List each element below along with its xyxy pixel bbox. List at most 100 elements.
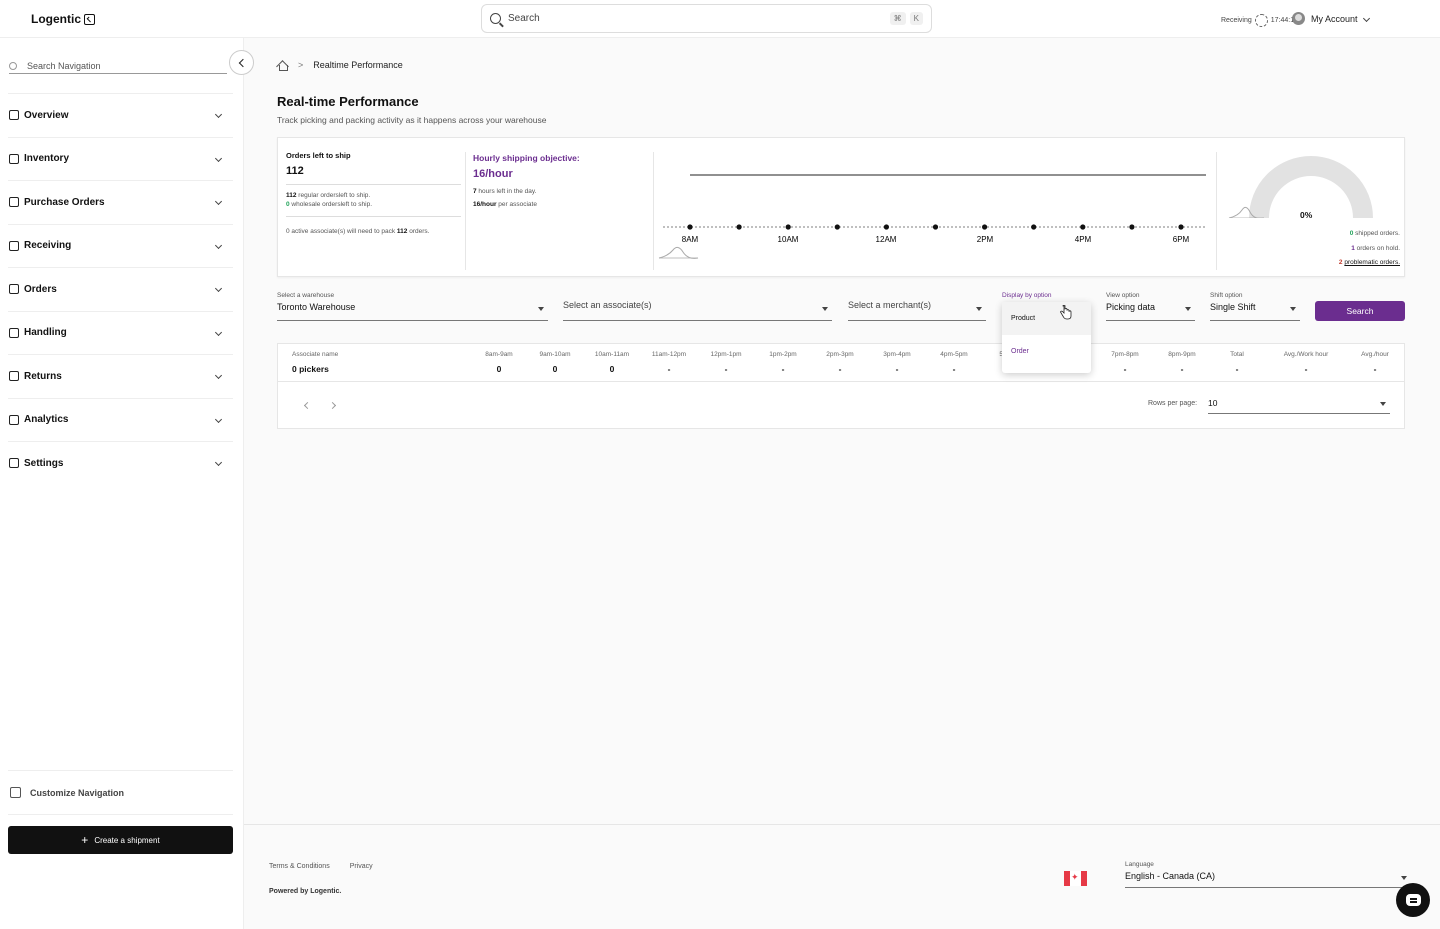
column-header: 12pm-1pm — [710, 351, 742, 358]
sidebar-item-label: Settings — [24, 457, 64, 469]
language-label: Language — [1125, 861, 1154, 868]
sidebar-item-returns[interactable]: Returns — [8, 354, 233, 398]
warehouse-select[interactable]: Select a warehouse Toronto Warehouse — [277, 292, 548, 321]
sidebar-item-settings[interactable]: Settings — [8, 441, 233, 485]
customize-navigation[interactable]: Customize Navigation — [8, 770, 233, 815]
next-page-icon[interactable] — [328, 401, 337, 410]
associates-post: orders. — [407, 228, 430, 235]
nav-search-input[interactable]: Search Navigation — [9, 58, 227, 74]
clock-icon — [1254, 14, 1268, 27]
view-option-select[interactable]: View option Picking data — [1106, 292, 1195, 321]
column-header: 7pm-8pm — [1111, 351, 1139, 358]
sidebar-item-orders[interactable]: Orders — [8, 267, 233, 311]
collapse-sidebar-button[interactable] — [229, 50, 254, 75]
column-header: 8am-9am — [485, 351, 513, 358]
nav-list: Overview Inventory Purchase Orders Recei… — [8, 93, 233, 485]
warehouse-value: Toronto Warehouse — [277, 302, 356, 312]
rows-per-page-select[interactable]: 10 — [1208, 394, 1390, 414]
logo-icon — [84, 13, 95, 25]
hour-marker — [932, 224, 939, 230]
table-cell: - — [1123, 364, 1127, 374]
sidebar-item-purchase-orders[interactable]: Purchase Orders — [8, 180, 233, 224]
problematic-line[interactable]: 2 problematic orders. — [1339, 259, 1400, 266]
caret-down-icon — [822, 307, 828, 311]
gauge-chart — [1228, 156, 1373, 218]
column-header: 9am-10am — [539, 351, 571, 358]
sidebar-item-receiving[interactable]: Receiving — [8, 223, 233, 268]
table-header: Associate name 8am-9am 9am-10am 10am-11a… — [278, 344, 1404, 382]
home-icon — [9, 110, 19, 121]
regular-count: 112 — [286, 192, 297, 199]
chevron-down-icon — [214, 197, 223, 206]
account-label: My Account — [1311, 13, 1358, 24]
column-header: 11am-12pm — [651, 351, 687, 358]
hours-left-line: 7 hours left in the day. — [473, 188, 580, 195]
previous-page-icon[interactable] — [303, 401, 312, 410]
caret-down-icon — [1185, 307, 1191, 311]
cmd-key-badge: ⌘ — [889, 12, 906, 25]
column-header: 1pm-2pm — [769, 351, 797, 358]
logo-text: Logentic — [31, 12, 81, 26]
associates-count: 112 — [396, 228, 408, 235]
account-menu[interactable]: My Account — [1292, 12, 1370, 25]
caret-down-icon — [1290, 307, 1296, 311]
merchant-select[interactable]: Select a merchant(s) — [848, 292, 986, 321]
merchant-placeholder: Select a merchant(s) — [848, 300, 932, 310]
sidebar-item-label: Returns — [24, 370, 62, 382]
terms-link[interactable]: Terms & Conditions — [269, 863, 330, 870]
chevron-down-icon — [214, 241, 223, 249]
breadcrumb-separator: > — [298, 60, 304, 70]
privacy-link[interactable]: Privacy — [350, 863, 373, 870]
receiving-clock[interactable]: Receiving 17:44:15 — [1221, 14, 1298, 27]
tick-label: 2PM — [977, 235, 994, 244]
sidebar-item-inventory[interactable]: Inventory — [8, 136, 233, 181]
language-select[interactable]: Language English - Canada (CA) — [1125, 861, 1411, 888]
caret-down-icon — [538, 307, 544, 311]
home-icon[interactable] — [277, 60, 288, 71]
associates-line: 0 active associate(s) will need to pack … — [286, 216, 461, 235]
global-search[interactable]: Search ⌘ K — [481, 4, 932, 33]
create-shipment-button[interactable]: + Create a shipment — [8, 826, 233, 854]
sidebar-item-analytics[interactable]: Analytics — [8, 397, 233, 442]
divider — [653, 152, 654, 270]
warehouse-label: Select a warehouse — [277, 292, 335, 299]
search-button[interactable]: Search — [1315, 301, 1405, 321]
chevron-left-icon — [238, 58, 248, 67]
on-hold-line: 1 orders on hold. — [1351, 245, 1400, 252]
chevron-down-icon — [1362, 14, 1370, 23]
shipped-gauge-panel: 0% 0 shipped orders. 1 orders on hold. 2… — [1228, 148, 1400, 273]
return-icon — [9, 371, 19, 382]
avatar-icon — [1292, 12, 1305, 25]
box-icon — [9, 153, 19, 164]
customize-checkbox[interactable] — [10, 787, 21, 798]
top-bar: Logentic Search ⌘ K Receiving 17:44:15 M… — [0, 0, 1440, 38]
associate-select[interactable]: Select an associate(s) — [563, 292, 832, 321]
display-by-label: Display by option — [1002, 292, 1052, 299]
column-header: Avg./hour — [1361, 351, 1389, 358]
powered-by: Powered by Logentic. — [269, 888, 342, 895]
table-cell: - — [781, 364, 785, 374]
tick-label: 12AM — [876, 235, 897, 244]
sidebar-item-label: Overview — [24, 109, 69, 121]
shift-option-select[interactable]: Shift option Single Shift — [1210, 292, 1300, 321]
menu-option-order[interactable]: Order — [1002, 335, 1091, 368]
chat-support-button[interactable] — [1396, 883, 1430, 917]
hand-cursor-icon — [1060, 305, 1072, 320]
associates-pre: 0 active associate(s) will need to pack — [286, 228, 397, 235]
hour-marker — [982, 224, 988, 230]
menu-option-product[interactable]: Product — [1002, 302, 1091, 335]
problematic-link[interactable]: problematic orders. — [1344, 259, 1400, 266]
sidebar-item-handling[interactable]: Handling — [8, 310, 233, 355]
regular-text: regular ordersleft to ship. — [296, 192, 371, 199]
sidebar-item-label: Purchase Orders — [24, 196, 105, 208]
logo[interactable]: Logentic — [31, 12, 95, 26]
table-cell: - — [838, 364, 842, 374]
sidebar-item-overview[interactable]: Overview — [8, 93, 233, 137]
rows-per-page-value: 10 — [1208, 398, 1218, 408]
sidebar-item-label: Receiving — [24, 240, 72, 252]
divider — [1216, 152, 1217, 270]
receiving-label: Receiving — [1221, 17, 1252, 24]
tick-label: 6PM — [1173, 235, 1190, 244]
table-cell: 0 — [552, 364, 558, 374]
shipped-orders-line: 0 shipped orders. — [1350, 230, 1400, 237]
